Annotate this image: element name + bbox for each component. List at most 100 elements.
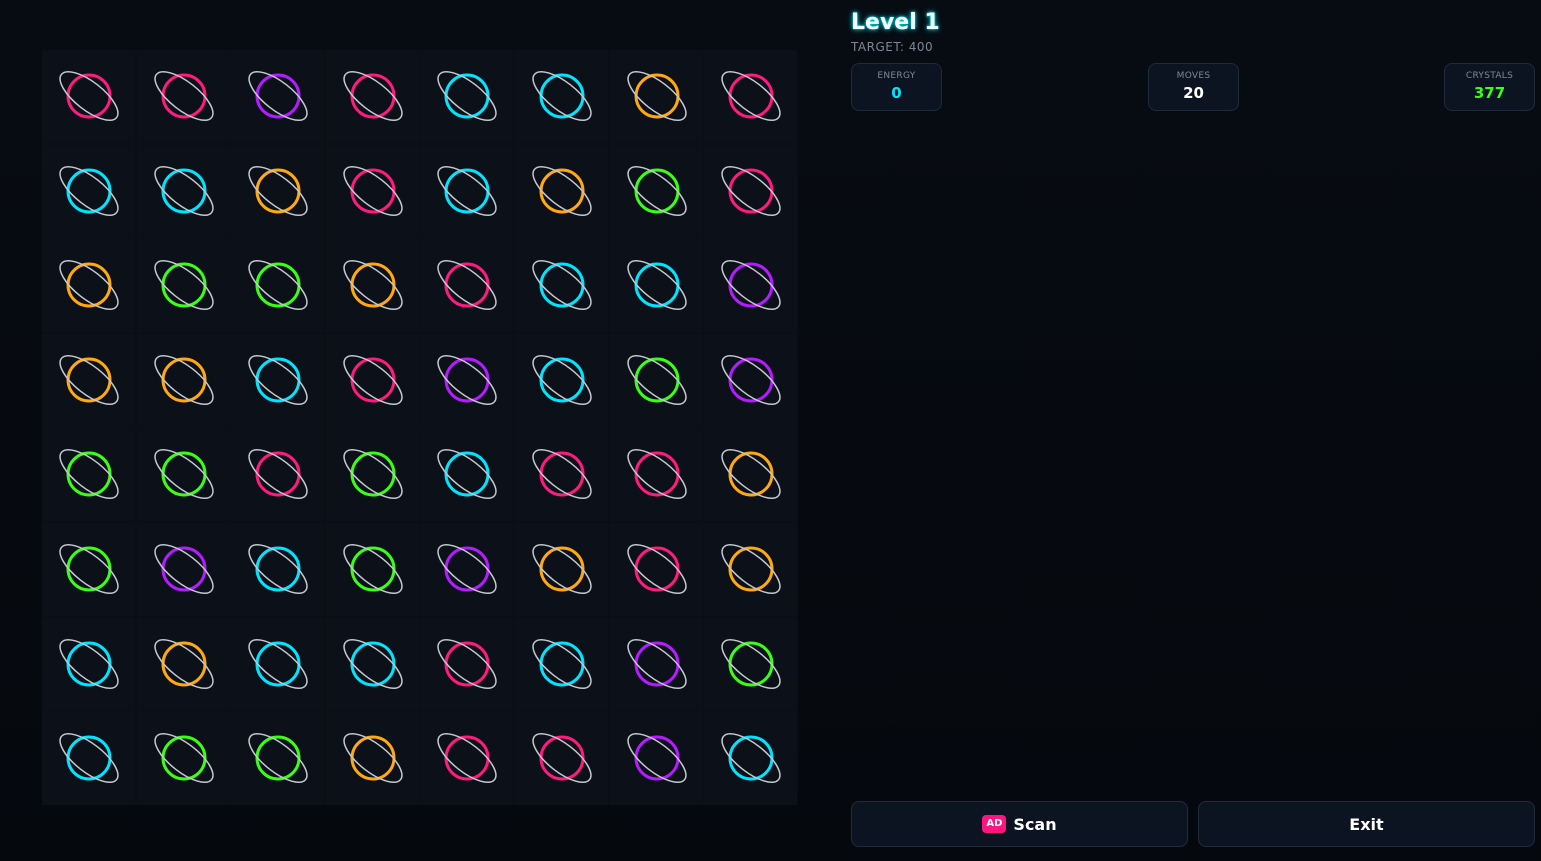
board-cell[interactable]	[420, 333, 514, 427]
cyan-planet-icon[interactable]	[515, 239, 608, 332]
pink-planet-icon[interactable]	[704, 145, 797, 238]
pink-planet-icon[interactable]	[231, 428, 324, 521]
orange-planet-icon[interactable]	[42, 334, 135, 427]
cyan-planet-icon[interactable]	[231, 618, 324, 711]
board-cell[interactable]	[704, 523, 798, 616]
board-cell[interactable]	[609, 617, 703, 711]
pink-planet-icon[interactable]	[420, 712, 513, 805]
board-cell[interactable]	[231, 428, 325, 522]
pink-planet-icon[interactable]	[515, 428, 608, 521]
board-cell[interactable]	[515, 523, 608, 616]
board-cell[interactable]	[231, 239, 325, 333]
green-planet-icon[interactable]	[326, 428, 419, 521]
green-planet-icon[interactable]	[137, 712, 230, 805]
board-cell[interactable]	[42, 523, 135, 616]
board-cell[interactable]	[42, 617, 135, 711]
cyan-planet-icon[interactable]	[42, 618, 135, 711]
board-cell[interactable]	[325, 144, 419, 238]
pink-planet-icon[interactable]	[42, 50, 135, 143]
scan-button[interactable]: AD Scan	[851, 801, 1188, 847]
board-cell[interactable]	[42, 712, 135, 806]
board-cell[interactable]	[42, 333, 135, 427]
purple-planet-icon[interactable]	[420, 523, 513, 616]
purple-planet-icon[interactable]	[610, 618, 703, 711]
board-cell[interactable]	[704, 144, 798, 238]
pink-planet-icon[interactable]	[326, 334, 419, 427]
purple-planet-icon[interactable]	[137, 523, 230, 616]
board-cell[interactable]	[231, 144, 325, 238]
board-cell[interactable]	[325, 712, 419, 806]
board-cell[interactable]	[515, 144, 608, 238]
board-cell[interactable]	[231, 712, 325, 806]
board-cell[interactable]	[325, 428, 419, 522]
cyan-planet-icon[interactable]	[420, 145, 513, 238]
orange-planet-icon[interactable]	[137, 618, 230, 711]
green-planet-icon[interactable]	[610, 145, 703, 238]
purple-planet-icon[interactable]	[610, 712, 703, 805]
board-cell[interactable]	[231, 50, 325, 143]
board-cell[interactable]	[231, 333, 325, 427]
board-cell[interactable]	[136, 239, 230, 333]
pink-planet-icon[interactable]	[326, 50, 419, 143]
board-cell[interactable]	[42, 239, 135, 333]
purple-planet-icon[interactable]	[704, 239, 797, 332]
exit-button[interactable]: Exit	[1198, 801, 1535, 847]
board-cell[interactable]	[609, 50, 703, 143]
board-cell[interactable]	[704, 50, 798, 143]
board-cell[interactable]	[136, 333, 230, 427]
board-cell[interactable]	[609, 523, 703, 616]
board-cell[interactable]	[231, 617, 325, 711]
cyan-planet-icon[interactable]	[231, 334, 324, 427]
cyan-planet-icon[interactable]	[42, 712, 135, 805]
cyan-planet-icon[interactable]	[420, 50, 513, 143]
board-cell[interactable]	[515, 239, 608, 333]
green-planet-icon[interactable]	[231, 239, 324, 332]
pink-planet-icon[interactable]	[610, 428, 703, 521]
board-cell[interactable]	[136, 50, 230, 143]
board-cell[interactable]	[420, 239, 514, 333]
board-cell[interactable]	[325, 617, 419, 711]
cyan-planet-icon[interactable]	[137, 145, 230, 238]
cyan-planet-icon[interactable]	[515, 50, 608, 143]
board-cell[interactable]	[420, 523, 514, 616]
green-planet-icon[interactable]	[231, 712, 324, 805]
orange-planet-icon[interactable]	[704, 428, 797, 521]
board-cell[interactable]	[136, 617, 230, 711]
board-cell[interactable]	[136, 144, 230, 238]
orange-planet-icon[interactable]	[515, 523, 608, 616]
board-cell[interactable]	[420, 428, 514, 522]
board-cell[interactable]	[42, 428, 135, 522]
pink-planet-icon[interactable]	[137, 50, 230, 143]
board-cell[interactable]	[136, 712, 230, 806]
board-cell[interactable]	[704, 239, 798, 333]
board-cell[interactable]	[609, 144, 703, 238]
green-planet-icon[interactable]	[42, 523, 135, 616]
cyan-planet-icon[interactable]	[42, 145, 135, 238]
board-cell[interactable]	[609, 333, 703, 427]
green-planet-icon[interactable]	[137, 239, 230, 332]
board-cell[interactable]	[704, 712, 798, 806]
board-cell[interactable]	[515, 333, 608, 427]
board-cell[interactable]	[325, 523, 419, 616]
board-cell[interactable]	[704, 617, 798, 711]
cyan-planet-icon[interactable]	[231, 523, 324, 616]
board-cell[interactable]	[136, 428, 230, 522]
orange-planet-icon[interactable]	[326, 239, 419, 332]
board-cell[interactable]	[325, 239, 419, 333]
board-cell[interactable]	[609, 712, 703, 806]
cyan-planet-icon[interactable]	[610, 239, 703, 332]
orange-planet-icon[interactable]	[610, 50, 703, 143]
green-planet-icon[interactable]	[704, 618, 797, 711]
board-cell[interactable]	[420, 144, 514, 238]
board-cell[interactable]	[136, 523, 230, 616]
orange-planet-icon[interactable]	[42, 239, 135, 332]
board-cell[interactable]	[704, 333, 798, 427]
orange-planet-icon[interactable]	[515, 145, 608, 238]
orange-planet-icon[interactable]	[137, 334, 230, 427]
cyan-planet-icon[interactable]	[704, 712, 797, 805]
orange-planet-icon[interactable]	[704, 523, 797, 616]
pink-planet-icon[interactable]	[420, 618, 513, 711]
board-cell[interactable]	[515, 50, 608, 143]
pink-planet-icon[interactable]	[420, 239, 513, 332]
green-planet-icon[interactable]	[137, 428, 230, 521]
